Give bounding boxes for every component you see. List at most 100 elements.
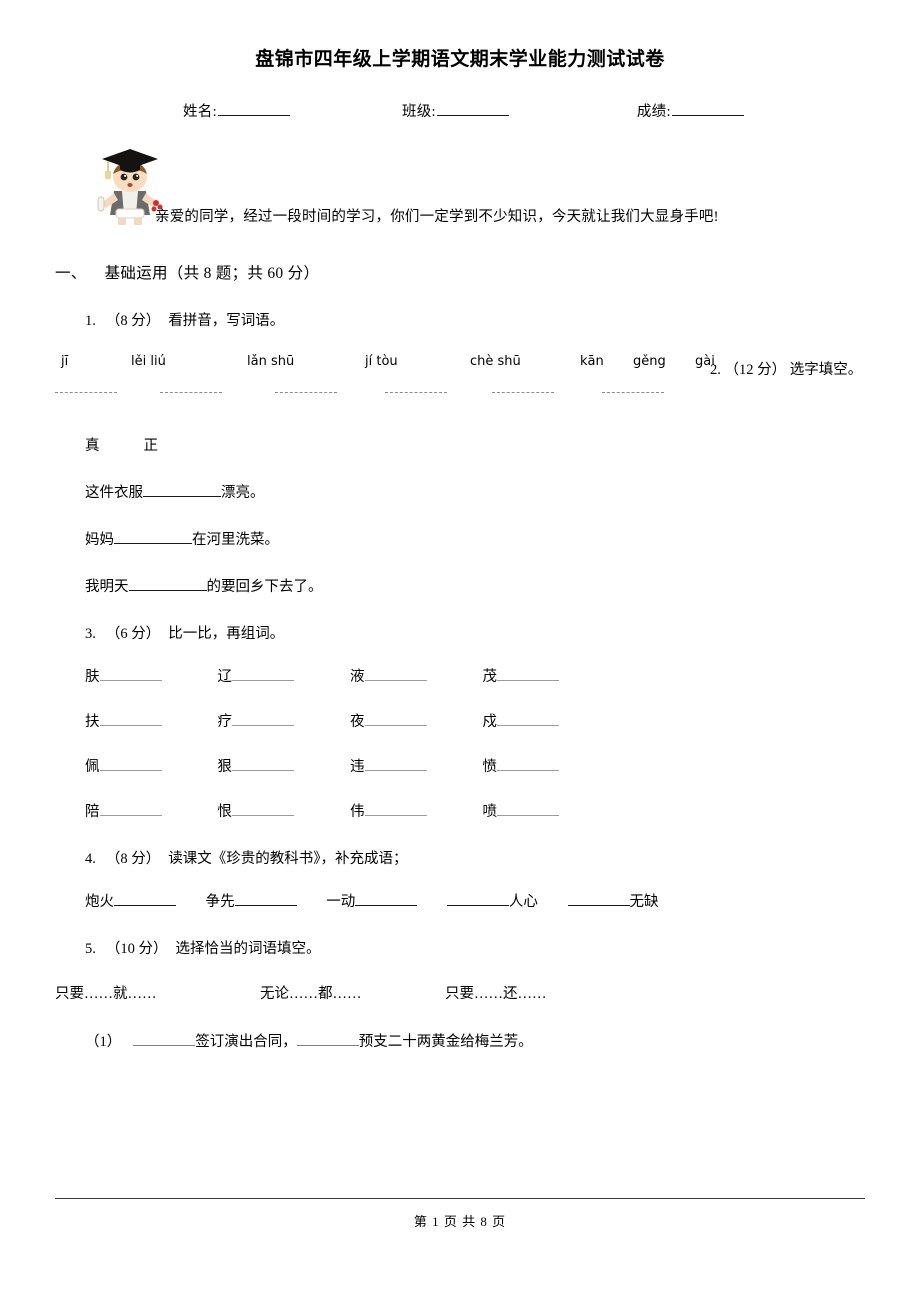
- char-answer-blank[interactable]: [232, 710, 294, 726]
- char-answer-blank[interactable]: [232, 755, 294, 771]
- char-answer-blank[interactable]: [232, 800, 294, 816]
- idiom-blank[interactable]: [355, 890, 418, 906]
- option-1[interactable]: 只要……就……: [55, 982, 157, 1003]
- idiom-after: 无缺: [629, 893, 659, 910]
- idiom-before: 炮火: [85, 893, 114, 910]
- char-glyph: 恨: [217, 803, 233, 820]
- student-score-blank[interactable]: [671, 100, 744, 116]
- page-footer: 第 1 页 共 8 页: [55, 1198, 865, 1230]
- char-answer-blank[interactable]: [364, 710, 427, 726]
- idiom-item: 炮火: [85, 890, 176, 911]
- idiom-blank[interactable]: [446, 890, 509, 906]
- char-glyph: 夜: [350, 713, 365, 730]
- student-class-field[interactable]: 班级:: [402, 100, 509, 121]
- pinyin-6: kān: [580, 353, 604, 369]
- char-answer-blank[interactable]: [497, 665, 559, 681]
- student-name-field[interactable]: 姓名:: [183, 100, 290, 121]
- char-answer-blank[interactable]: [364, 800, 427, 816]
- answer-blank[interactable]: [160, 391, 222, 393]
- question-1-prompt: 看拼音，写词语。: [168, 312, 285, 329]
- char-grid-row: 陪 恨 伟 喷: [85, 800, 615, 821]
- answer-blank[interactable]: [275, 391, 337, 393]
- footer-divider: [55, 1198, 865, 1199]
- char-cell: 恨: [218, 800, 351, 821]
- sentence-2-after: 在河里洗菜。: [192, 531, 279, 548]
- idiom-blank[interactable]: [234, 890, 297, 906]
- sentence-1-blank[interactable]: [143, 481, 221, 497]
- section-heading: 一、 基础运用（共 8 题；共 60 分）: [55, 261, 865, 283]
- question-2-choice-characters: 真正: [55, 434, 865, 455]
- char-cell: 愤: [483, 755, 616, 776]
- char-glyph: 伟: [350, 803, 365, 820]
- greeting-block: 亲爱的同学，经过一段时间的学习，你们一定学到不少知识，今天就让我们大显身手吧!: [55, 143, 865, 235]
- pinyin-7: gěng: [633, 353, 666, 369]
- char-answer-blank[interactable]: [99, 665, 162, 681]
- char-answer-blank[interactable]: [99, 800, 162, 816]
- sentence-2-blank[interactable]: [114, 528, 192, 544]
- char-answer-blank[interactable]: [497, 755, 559, 771]
- question-4-index: 4.: [85, 850, 96, 867]
- char-cell: 疗: [218, 710, 351, 731]
- char-answer-blank[interactable]: [364, 665, 427, 681]
- idiom-item: 人心: [446, 890, 538, 911]
- question-1-index: 1.: [85, 312, 96, 329]
- pinyin-3: lǎn shū: [247, 353, 295, 369]
- char-cell: 肤: [85, 665, 218, 686]
- question-3-prompt: 比一比，再组词。: [168, 625, 285, 642]
- question-4-score: （8 分）: [105, 850, 161, 867]
- char-glyph: 佩: [85, 758, 100, 775]
- char-grid-row: 扶 疗 夜 戍: [85, 710, 615, 731]
- char-answer-blank[interactable]: [232, 665, 294, 681]
- char-grid-row: 佩 狠 违 愤: [85, 755, 615, 776]
- question-3-score: （6 分）: [105, 625, 161, 642]
- sub-item-blank-1[interactable]: [133, 1030, 196, 1046]
- page-number: 第 1 页 共 8 页: [413, 1214, 507, 1229]
- question-5-sub-item-1: （1） 签订演出合同， 预支二十两黄金给梅兰芳。: [55, 1030, 865, 1051]
- char-glyph: 液: [350, 668, 365, 685]
- question-1: 1. （8 分） 看拼音，写词语。 2. （12 分） 选字填空。 jī lěi l…: [55, 309, 865, 408]
- idiom-blank[interactable]: [567, 890, 630, 906]
- char-answer-blank[interactable]: [497, 710, 559, 726]
- char-answer-blank[interactable]: [364, 755, 427, 771]
- option-3[interactable]: 只要……还……: [445, 982, 547, 1003]
- question-1-score: （8 分）: [105, 312, 161, 329]
- char-answer-blank[interactable]: [99, 755, 162, 771]
- char-glyph: 扶: [85, 713, 100, 730]
- char-cell: 夜: [350, 710, 483, 731]
- char-cell: 茂: [483, 665, 616, 686]
- question-5-prompt: 选择恰当的词语填空。: [175, 940, 321, 957]
- student-score-field[interactable]: 成绩:: [637, 100, 744, 121]
- question-3-character-grid: 肤 辽 液 茂 扶 疗 夜 戍 佩 狠 违 愤 陪 恨 伟 喷: [55, 665, 615, 821]
- pinyin-4: jí tòu: [365, 353, 398, 369]
- char-answer-blank[interactable]: [99, 710, 162, 726]
- sub-item-part-2: 预支二十两黄金给梅兰芳。: [358, 1033, 533, 1050]
- idiom-before: 一动: [326, 893, 356, 910]
- student-class-blank[interactable]: [436, 100, 509, 116]
- char-cell: 陪: [85, 800, 218, 821]
- option-2[interactable]: 无论……都……: [260, 982, 362, 1003]
- student-name-blank[interactable]: [217, 100, 290, 116]
- question-2-sentence-1: 这件衣服 漂亮。: [55, 481, 865, 502]
- answer-blank[interactable]: [385, 391, 447, 393]
- char-glyph: 肤: [85, 668, 100, 685]
- answer-blank[interactable]: [55, 391, 117, 393]
- idiom-blank[interactable]: [114, 890, 176, 906]
- sub-item-blank-2[interactable]: [296, 1030, 359, 1046]
- pinyin-8: gài: [695, 353, 715, 369]
- char-glyph: 茂: [482, 668, 498, 685]
- sentence-3-blank[interactable]: [128, 575, 207, 591]
- answer-blank[interactable]: [492, 391, 554, 393]
- pinyin-2: lěi liú: [131, 353, 166, 369]
- char-cell: 喷: [483, 800, 616, 821]
- answer-blank[interactable]: [602, 391, 664, 393]
- char-answer-blank[interactable]: [497, 800, 559, 816]
- char-cell: 液: [350, 665, 483, 686]
- question-3-index: 3.: [85, 625, 96, 642]
- sub-item-label: （1）: [85, 1033, 122, 1050]
- sub-item-part-1: 签订演出合同，: [195, 1033, 297, 1050]
- question-1-head: 1. （8 分） 看拼音，写词语。: [85, 309, 865, 330]
- idiom-before: 争先: [205, 893, 235, 910]
- char-glyph: 喷: [482, 803, 498, 820]
